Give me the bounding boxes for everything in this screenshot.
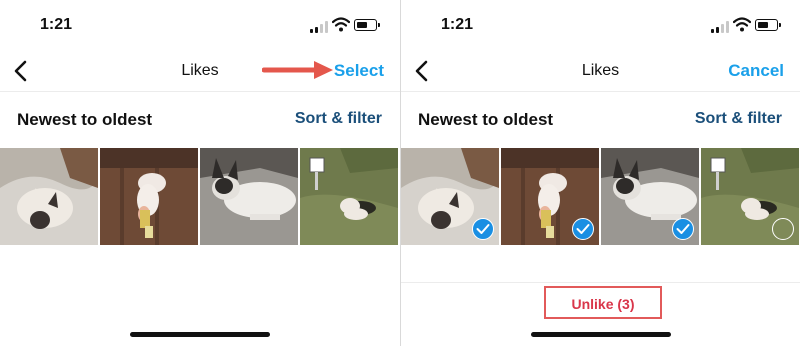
status-bar: 1:21: [401, 0, 800, 50]
selected-checkmark-icon[interactable]: [672, 218, 694, 240]
sort-filter-button[interactable]: Sort & filter: [695, 110, 782, 128]
sort-row: Newest to oldest Sort & filter: [401, 100, 800, 140]
sort-order-label: Newest to oldest: [17, 110, 153, 129]
dog-photo-icon: [100, 148, 198, 245]
battery-icon: [755, 19, 781, 31]
battery-icon: [354, 19, 380, 31]
photo-thumbnail[interactable]: [0, 148, 98, 245]
unlike-button[interactable]: Unlike (3): [546, 296, 660, 312]
cancel-button[interactable]: Cancel: [728, 61, 784, 81]
wifi-icon: [733, 17, 751, 32]
likes-screen-default: 1:21 Likes Select Newest to oldest Sort …: [0, 0, 400, 346]
photo-thumbnail[interactable]: [401, 148, 499, 245]
status-time: 1:21: [441, 16, 474, 33]
annotation-highlight-box: Unlike (3): [544, 286, 662, 319]
dog-photo-icon: [0, 148, 98, 245]
nav-bar: Likes Cancel: [401, 50, 800, 92]
cellular-signal-icon: [310, 20, 330, 33]
photo-thumbnail[interactable]: [200, 148, 298, 245]
photo-thumbnail[interactable]: [300, 148, 398, 245]
annotation-arrow-icon: [262, 61, 333, 79]
unselected-circle-icon[interactable]: [772, 218, 794, 240]
photo-thumbnail[interactable]: [601, 148, 699, 245]
photo-thumbnail[interactable]: [100, 148, 198, 245]
cellular-signal-icon: [711, 20, 731, 33]
selected-checkmark-icon[interactable]: [572, 218, 594, 240]
photo-thumbnail[interactable]: [501, 148, 599, 245]
status-bar: 1:21: [0, 0, 400, 50]
status-time: 1:21: [40, 16, 73, 33]
selected-checkmark-icon[interactable]: [472, 218, 494, 240]
likes-screen-select-mode: 1:21 Likes Cancel Newest to oldest Sort …: [401, 0, 800, 346]
dog-photo-icon: [300, 148, 398, 245]
photo-thumbnail[interactable]: [701, 148, 799, 245]
photo-grid: [0, 148, 398, 245]
photo-grid: [401, 148, 799, 245]
nav-bar: Likes Select: [0, 50, 400, 92]
dog-photo-icon: [200, 148, 298, 245]
sort-filter-button[interactable]: Sort & filter: [295, 110, 382, 128]
select-button[interactable]: Select: [334, 61, 384, 81]
home-indicator[interactable]: [531, 332, 671, 337]
wifi-icon: [332, 17, 350, 32]
home-indicator[interactable]: [130, 332, 270, 337]
sort-row: Newest to oldest Sort & filter: [0, 100, 400, 140]
sort-order-label: Newest to oldest: [418, 110, 554, 129]
